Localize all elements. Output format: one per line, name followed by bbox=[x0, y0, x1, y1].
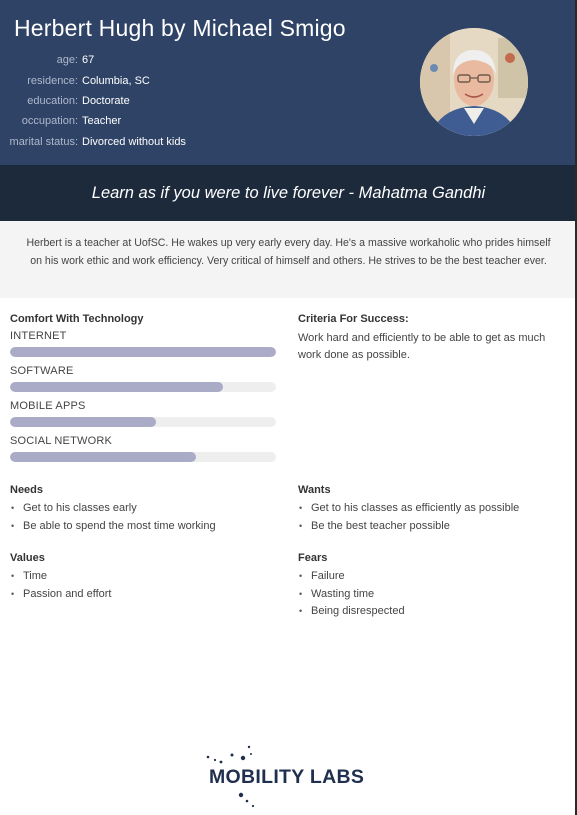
persona-avatar bbox=[420, 28, 528, 136]
tech-bar-software bbox=[10, 382, 276, 392]
fears-list: Failure Wasting time Being disrespected bbox=[298, 568, 405, 621]
fact-value: Divorced without kids bbox=[82, 135, 186, 148]
logo-text: MOBILITY LABS bbox=[209, 766, 365, 788]
persona-facts: age: 67 residence: Columbia, SC educatio… bbox=[0, 50, 300, 152]
tech-label-internet: INTERNET bbox=[10, 330, 67, 342]
needs-list: Get to his classes early Be able to spen… bbox=[10, 500, 216, 535]
criteria-text: Work hard and efficiently to be able to … bbox=[298, 332, 546, 362]
fact-row-residence: residence: Columbia, SC bbox=[0, 70, 300, 90]
fact-label: residence: bbox=[27, 74, 78, 87]
persona-header: Herbert Hugh by Michael Smigo age: 67 re… bbox=[0, 0, 577, 165]
values-item: Passion and effort bbox=[10, 586, 111, 604]
persona-title: Herbert Hugh by Michael Smigo bbox=[14, 15, 346, 41]
tech-bar-social-network bbox=[10, 452, 276, 462]
fact-value: Doctorate bbox=[82, 94, 130, 107]
fact-label: marital status: bbox=[9, 135, 78, 148]
needs-item: Get to his classes early bbox=[10, 500, 216, 518]
values-heading: Values bbox=[10, 552, 45, 564]
wants-item: Get to his classes as efficiently as pos… bbox=[298, 500, 519, 518]
fact-value: Columbia, SC bbox=[82, 74, 150, 87]
technology-heading: Comfort With Technology bbox=[10, 313, 144, 325]
tech-bar-mobile-apps bbox=[10, 417, 276, 427]
persona-bio: Herbert is a teacher at UofSC. He wakes … bbox=[26, 237, 551, 267]
fact-row-marital-status: marital status: Divorced without kids bbox=[0, 132, 300, 152]
fact-row-education: education: Doctorate bbox=[0, 91, 300, 111]
tech-bar-internet bbox=[10, 347, 276, 357]
fact-value: 67 bbox=[82, 54, 95, 67]
fears-heading: Fears bbox=[298, 552, 328, 564]
wants-item: Be the best teacher possible bbox=[298, 518, 519, 536]
tech-label-social-network: SOCIAL NETWORK bbox=[10, 435, 113, 447]
fears-item: Failure bbox=[298, 568, 405, 586]
fact-row-age: age: 67 bbox=[0, 50, 300, 70]
wants-heading: Wants bbox=[298, 484, 331, 496]
portrait-image bbox=[420, 28, 528, 136]
needs-item: Be able to spend the most time working bbox=[10, 518, 216, 536]
fact-label: age: bbox=[56, 54, 78, 67]
bio-section: Herbert is a teacher at UofSC. He wakes … bbox=[0, 221, 577, 298]
wants-list: Get to his classes as efficiently as pos… bbox=[298, 500, 519, 535]
tech-bar-fill bbox=[10, 417, 157, 427]
values-list: Time Passion and effort bbox=[10, 568, 111, 603]
tech-label-mobile-apps: MOBILE APPS bbox=[10, 400, 86, 412]
tech-bar-fill bbox=[10, 347, 276, 357]
fact-value: Teacher bbox=[82, 115, 122, 128]
tech-label-software: SOFTWARE bbox=[10, 365, 74, 377]
tech-bar-fill bbox=[10, 382, 223, 392]
fears-item: Being disrespected bbox=[298, 603, 405, 621]
fact-row-occupation: occupation: Teacher bbox=[0, 111, 300, 131]
quote-banner: Learn as if you were to live forever - M… bbox=[0, 165, 577, 221]
values-item: Time bbox=[10, 568, 111, 586]
tech-bar-fill bbox=[10, 452, 197, 462]
persona-quote: Learn as if you were to live forever - M… bbox=[91, 183, 486, 202]
fact-label: education: bbox=[27, 94, 78, 107]
fact-label: occupation: bbox=[21, 115, 78, 128]
mobility-labs-logo: MOBILITY LABS bbox=[205, 745, 370, 810]
fears-item: Wasting time bbox=[298, 586, 405, 604]
criteria-heading: Criteria For Success: bbox=[298, 313, 409, 325]
needs-heading: Needs bbox=[10, 484, 44, 496]
